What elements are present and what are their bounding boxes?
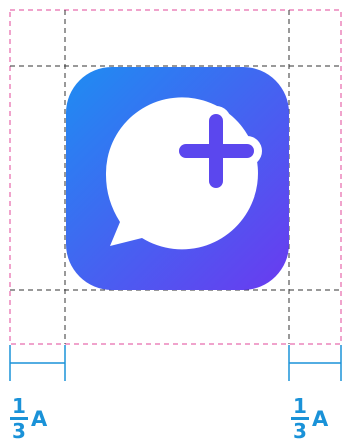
fraction-right-numerator: 1 — [293, 394, 307, 418]
fraction-left-variable: A — [31, 406, 48, 431]
icon-spec-diagram — [9, 9, 342, 381]
fraction-left-numerator: 1 — [12, 394, 26, 418]
fraction-right-denominator: 3 — [293, 419, 307, 443]
chat-bubble-shape — [105, 97, 258, 250]
chat-bubble-plus-icon — [66, 67, 289, 290]
margin-label-left: 1 3 A — [9, 396, 47, 441]
fraction-right-variable: A — [312, 406, 329, 431]
fraction-right: 1 3 — [290, 396, 310, 441]
margin-label-right: 1 3 A — [290, 396, 328, 441]
dimension-brackets — [9, 345, 342, 381]
fraction-left-denominator: 3 — [12, 419, 26, 443]
fraction-left: 1 3 — [9, 396, 29, 441]
